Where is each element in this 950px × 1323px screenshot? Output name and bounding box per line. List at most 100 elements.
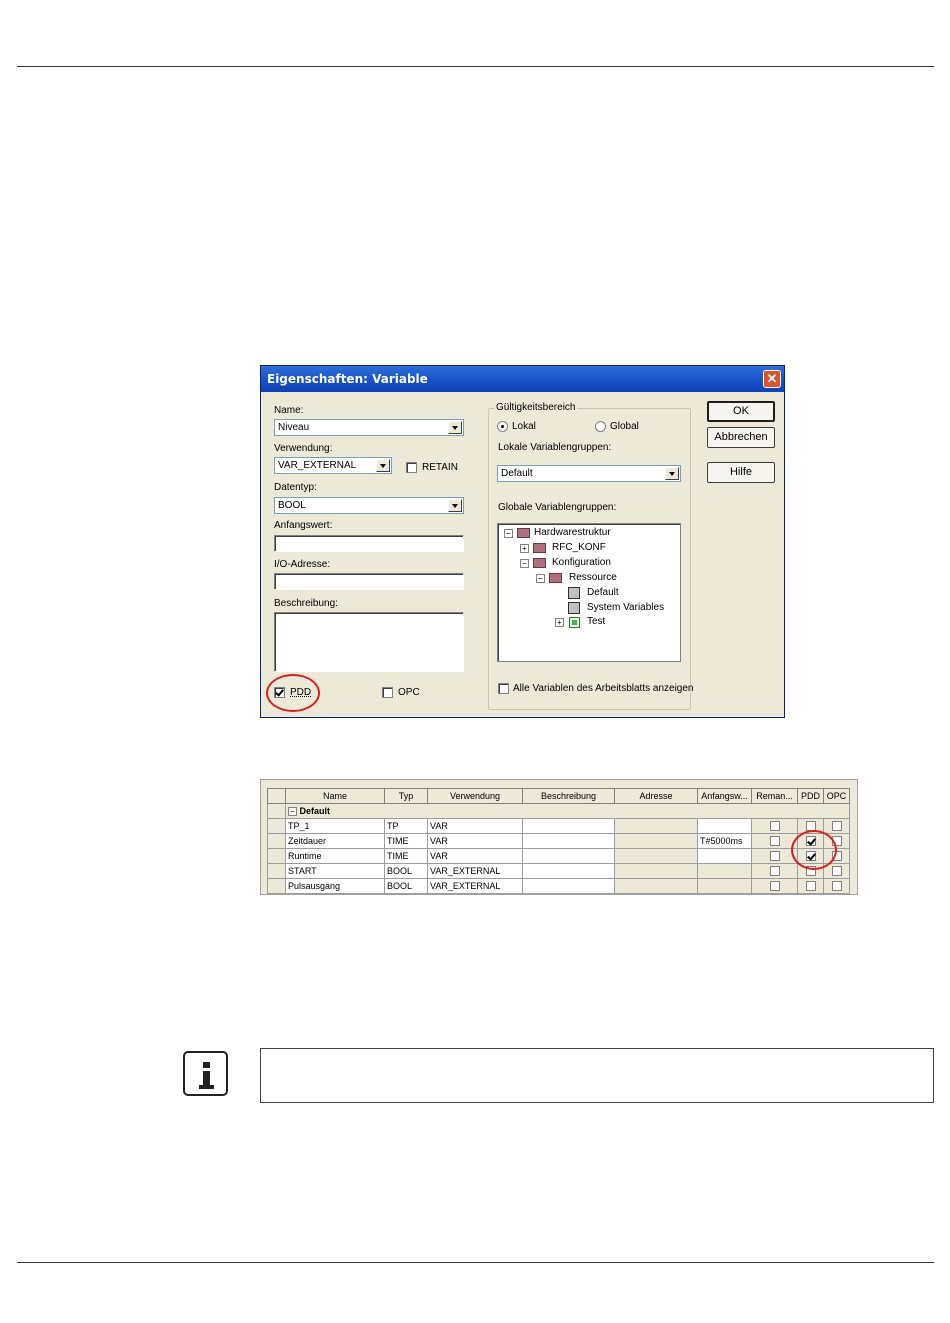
collapse-icon[interactable]: − — [536, 574, 545, 583]
column-header-pdd[interactable]: PDD — [797, 788, 824, 804]
row-gutter[interactable] — [267, 863, 286, 879]
cell-remanent[interactable] — [751, 878, 798, 894]
global-groups-tree[interactable]: − Hardwarestruktur + RFC_KONF − Konfigur… — [497, 523, 681, 662]
lokal-radio[interactable] — [497, 421, 508, 432]
io-adresse-field[interactable] — [274, 573, 464, 590]
group-cell[interactable]: − Default — [285, 803, 850, 819]
cell-adresse[interactable] — [614, 863, 698, 879]
cell-pdd[interactable] — [797, 878, 824, 894]
anfangswert-field[interactable] — [274, 535, 464, 552]
pdd-checkbox[interactable] — [805, 881, 816, 892]
beschreibung-textarea[interactable] — [274, 612, 464, 672]
close-icon[interactable]: ✕ — [763, 370, 781, 388]
cell-opc[interactable] — [823, 818, 850, 834]
tree-node-default[interactable]: Default — [587, 587, 619, 598]
column-header-name[interactable]: Name — [285, 788, 385, 804]
show-all-checkbox[interactable] — [498, 683, 509, 694]
cell-beschreibung[interactable] — [522, 818, 615, 834]
cell-typ[interactable]: TIME — [384, 833, 428, 849]
row-gutter[interactable] — [267, 803, 286, 819]
group-row[interactable]: − Default — [267, 803, 850, 819]
expand-icon[interactable]: + — [555, 618, 564, 627]
collapse-icon[interactable]: − — [288, 807, 297, 816]
retain-checkbox[interactable] — [406, 462, 417, 473]
cell-typ[interactable]: BOOL — [384, 863, 428, 879]
datentyp-select[interactable]: BOOL — [274, 497, 464, 514]
cancel-button[interactable]: Abbrechen — [707, 427, 775, 448]
column-header-adresse[interactable]: Adresse — [614, 788, 698, 804]
column-header-opc[interactable]: OPC — [823, 788, 850, 804]
tree-node-test[interactable]: Test — [587, 616, 605, 627]
opc-checkbox[interactable] — [831, 881, 842, 892]
table-row[interactable]: Zeitdauer TIME VAR T#5000ms — [267, 833, 850, 849]
cell-opc[interactable] — [823, 878, 850, 894]
name-combobox[interactable]: Niveau — [274, 419, 464, 436]
table-row[interactable]: Runtime TIME VAR — [267, 848, 850, 864]
cell-verwendung[interactable]: VAR — [427, 818, 523, 834]
remanent-checkbox[interactable] — [769, 881, 780, 892]
cell-name[interactable]: Runtime — [285, 848, 385, 864]
cell-name[interactable]: Pulsausgang — [285, 878, 385, 894]
cell-typ[interactable]: TP — [384, 818, 428, 834]
cell-beschreibung[interactable] — [522, 848, 615, 864]
cell-anfangswert[interactable] — [697, 863, 752, 879]
cell-name[interactable]: Zeitdauer — [285, 833, 385, 849]
verwendung-select[interactable]: VAR_EXTERNAL — [274, 457, 392, 474]
cell-verwendung[interactable]: VAR — [427, 848, 523, 864]
tree-node-ressource[interactable]: Ressource — [569, 572, 617, 583]
cell-name[interactable]: TP_1 — [285, 818, 385, 834]
table-row[interactable]: Pulsausgang BOOL VAR_EXTERNAL — [267, 878, 850, 894]
row-gutter[interactable] — [267, 833, 286, 849]
cell-verwendung[interactable]: VAR_EXTERNAL — [427, 878, 523, 894]
row-gutter[interactable] — [267, 818, 286, 834]
cell-name[interactable]: START — [285, 863, 385, 879]
collapse-icon[interactable]: − — [520, 559, 529, 568]
chevron-down-icon[interactable] — [665, 467, 679, 480]
global-radio[interactable] — [595, 421, 606, 432]
column-header-beschreibung[interactable]: Beschreibung — [522, 788, 615, 804]
remanent-checkbox[interactable] — [769, 836, 780, 847]
cell-anfangswert[interactable]: T#5000ms — [697, 833, 752, 849]
column-header-anfangswert[interactable]: Anfangsw... — [697, 788, 752, 804]
tree-node-system-variables[interactable]: System Variables — [587, 602, 664, 613]
opc-checkbox[interactable] — [382, 687, 393, 698]
cell-typ[interactable]: TIME — [384, 848, 428, 864]
column-header-remanent[interactable]: Reman... — [751, 788, 798, 804]
cell-adresse[interactable] — [614, 833, 698, 849]
expand-icon[interactable]: + — [520, 544, 529, 553]
chevron-down-icon[interactable] — [448, 421, 462, 434]
opc-checkbox[interactable] — [831, 866, 842, 877]
dialog-titlebar[interactable]: Eigenschaften: Variable ✕ — [261, 366, 784, 392]
column-header-typ[interactable]: Typ — [384, 788, 428, 804]
chevron-down-icon[interactable] — [448, 499, 462, 512]
tree-node-konfiguration[interactable]: Konfiguration — [552, 557, 611, 568]
cell-verwendung[interactable]: VAR — [427, 833, 523, 849]
help-button[interactable]: Hilfe — [707, 462, 775, 483]
cell-adresse[interactable] — [614, 878, 698, 894]
row-gutter[interactable] — [267, 848, 286, 864]
tree-node-rfc-konf[interactable]: RFC_KONF — [552, 542, 606, 553]
remanent-checkbox[interactable] — [769, 821, 780, 832]
cell-verwendung[interactable]: VAR_EXTERNAL — [427, 863, 523, 879]
table-row[interactable]: TP_1 TP VAR — [267, 818, 850, 834]
cell-remanent[interactable] — [751, 818, 798, 834]
cell-remanent[interactable] — [751, 863, 798, 879]
remanent-checkbox[interactable] — [769, 851, 780, 862]
cell-beschreibung[interactable] — [522, 878, 615, 894]
cell-beschreibung[interactable] — [522, 833, 615, 849]
cell-typ[interactable]: BOOL — [384, 878, 428, 894]
cell-beschreibung[interactable] — [522, 863, 615, 879]
cell-anfangswert[interactable] — [697, 818, 752, 834]
cell-anfangswert[interactable] — [697, 878, 752, 894]
ok-button[interactable]: OK — [707, 401, 775, 422]
remanent-checkbox[interactable] — [769, 866, 780, 877]
cell-anfangswert[interactable] — [697, 848, 752, 864]
table-row[interactable]: START BOOL VAR_EXTERNAL — [267, 863, 850, 879]
cell-adresse[interactable] — [614, 818, 698, 834]
column-header-verwendung[interactable]: Verwendung — [427, 788, 523, 804]
opc-checkbox[interactable] — [831, 821, 842, 832]
cell-adresse[interactable] — [614, 848, 698, 864]
collapse-icon[interactable]: − — [504, 529, 513, 538]
row-gutter[interactable] — [267, 878, 286, 894]
chevron-down-icon[interactable] — [376, 459, 390, 472]
